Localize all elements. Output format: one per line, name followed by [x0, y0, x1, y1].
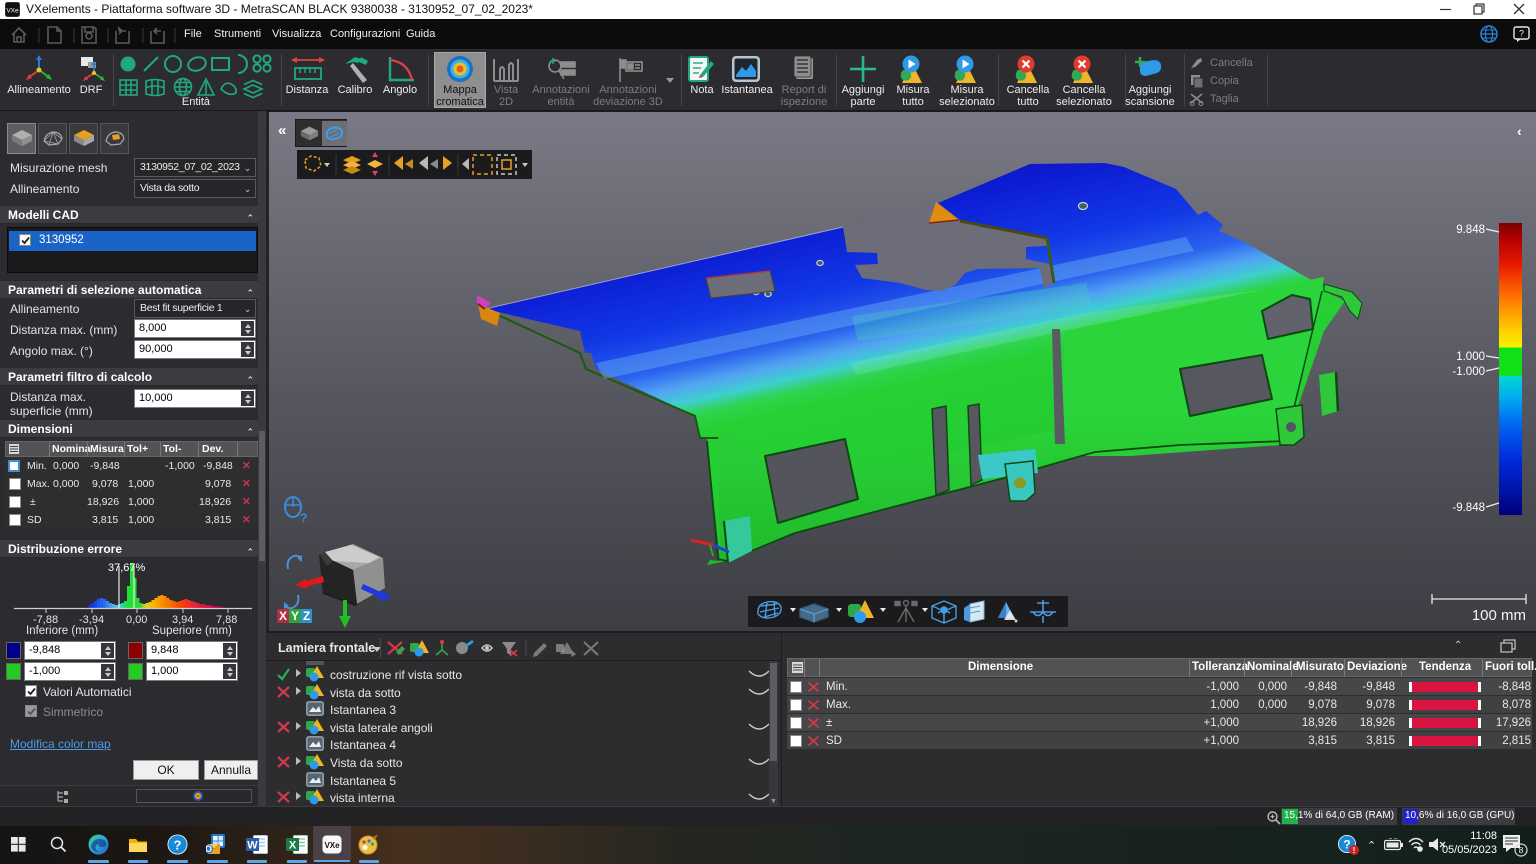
svg-text:?: ? — [1519, 29, 1524, 39]
svg-text:37,67%: 37,67% — [108, 562, 146, 574]
svg-text:100 mm: 100 mm — [1472, 607, 1526, 624]
svg-text:?: ? — [174, 838, 182, 853]
svg-text:-9.848: -9.848 — [1452, 502, 1485, 514]
svg-text:?: ? — [300, 511, 307, 524]
svg-text:9.848: 9.848 — [1456, 224, 1485, 236]
svg-text:X: X — [289, 840, 297, 852]
svg-text:-1.000: -1.000 — [1452, 366, 1485, 378]
svg-text:8: 8 — [1519, 845, 1524, 855]
svg-text:VXe: VXe — [324, 841, 340, 850]
svg-text:1.000: 1.000 — [1456, 351, 1485, 363]
svg-text:!: ! — [1353, 846, 1356, 855]
svg-text:O: O — [206, 844, 212, 854]
svg-text:VXe: VXe — [6, 8, 19, 15]
svg-text:W: W — [247, 840, 258, 852]
